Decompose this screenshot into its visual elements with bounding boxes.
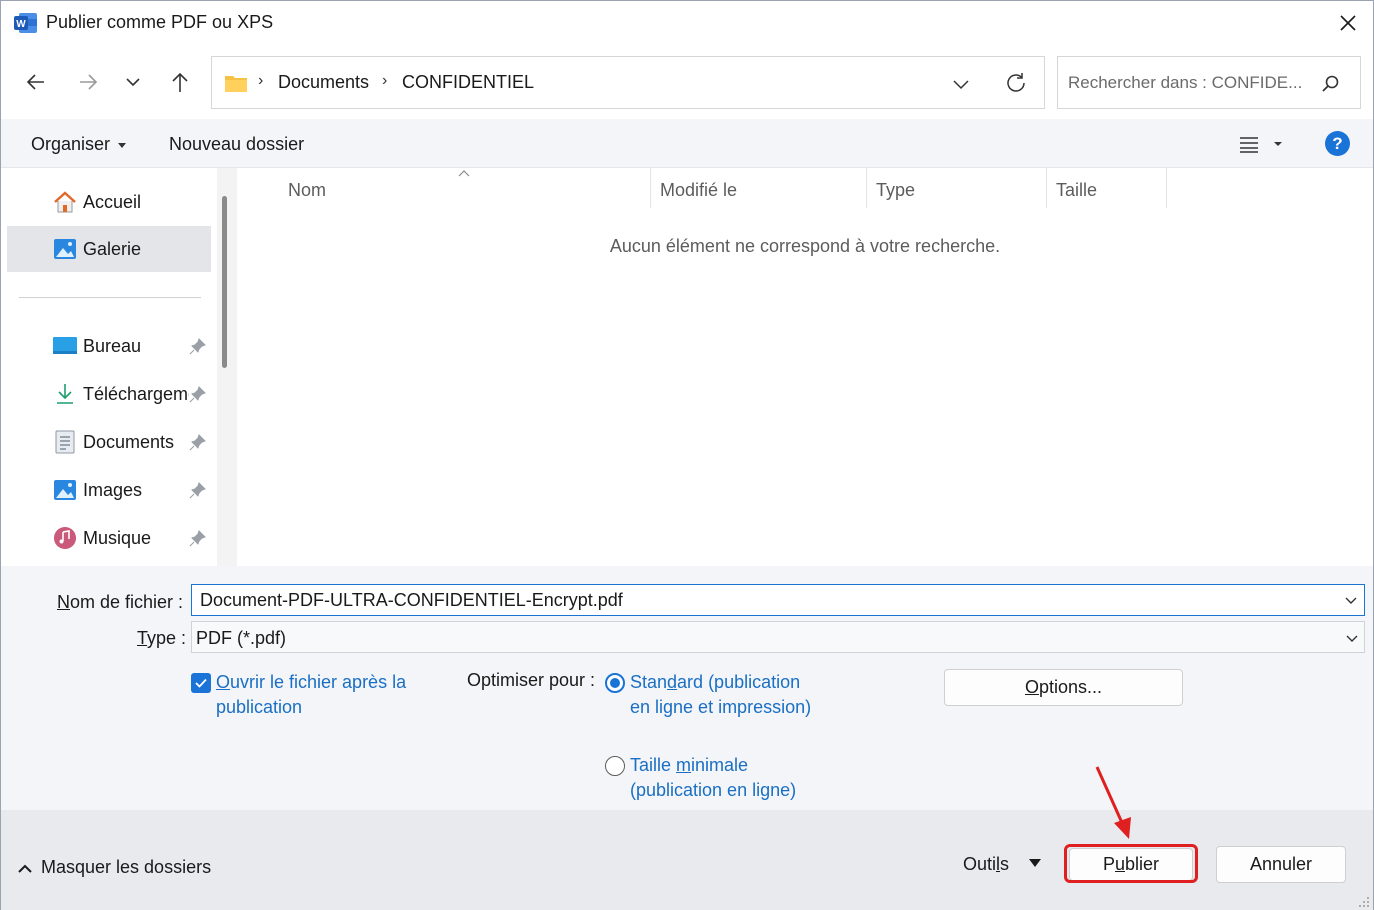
optimize-standard-label[interactable]: Standard (publication en ligne et impres… — [630, 670, 820, 720]
organize-label: Organiser — [31, 134, 111, 154]
publish-dialog: W Publier comme PDF ou XPS › Documents › — [0, 0, 1374, 910]
open-after-publish-checkbox[interactable] — [191, 673, 211, 693]
close-icon[interactable] — [1331, 7, 1365, 39]
sidebar-item-label: Musique — [83, 528, 152, 548]
hide-folders-button[interactable]: Masquer les dossiers — [17, 857, 211, 878]
chevron-up-icon — [18, 864, 32, 873]
sort-ascending-icon — [458, 170, 470, 177]
breadcrumb-documents[interactable]: Documents — [278, 72, 369, 93]
column-header-name[interactable]: Nom — [288, 180, 326, 201]
pin-icon[interactable] — [189, 337, 207, 355]
sidebar-item-documents[interactable]: Documents — [7, 419, 211, 465]
breadcrumb-separator: › — [258, 72, 264, 89]
help-icon[interactable]: ? — [1325, 131, 1350, 156]
optimize-standard-radio[interactable] — [605, 673, 625, 693]
resize-grip-icon[interactable] — [1357, 895, 1371, 909]
dialog-footer: Masquer les dossiers Outils Publier Annu… — [1, 810, 1373, 910]
checkmark-icon — [195, 678, 207, 688]
forward-arrow-icon[interactable] — [71, 65, 105, 99]
sidebar-item-bureau[interactable]: Bureau — [7, 323, 211, 369]
desktop-icon — [53, 337, 77, 354]
sidebar-item-telechargements[interactable]: Téléchargements — [7, 371, 211, 417]
publish-button[interactable]: Publier — [1069, 848, 1193, 881]
sidebar-item-label: Images — [83, 480, 143, 500]
caret-down-icon — [118, 142, 127, 148]
home-icon — [54, 191, 76, 213]
sidebar-divider — [19, 297, 201, 298]
sidebar-item-label: Galerie — [83, 239, 142, 259]
sidebar-scroll-thumb[interactable] — [222, 196, 227, 368]
pin-icon[interactable] — [189, 385, 207, 403]
file-list: Nom Modifié le Type Taille Aucun élément… — [237, 168, 1373, 566]
organize-menu-button[interactable]: Organiser — [31, 134, 127, 155]
sidebar-scrollbar[interactable] — [217, 168, 237, 566]
breadcrumb-separator: › — [382, 72, 388, 89]
open-after-publish-label[interactable]: Ouvrir le fichier après la publication — [216, 670, 436, 720]
save-options-panel: Nom de fichier : Type : PDF (*.pdf) Ouvr… — [1, 566, 1373, 810]
chevron-down-icon — [1346, 635, 1358, 642]
column-divider[interactable] — [866, 168, 867, 208]
sidebar-item-accueil[interactable]: Accueil — [7, 179, 211, 225]
cancel-button[interactable]: Annuler — [1216, 846, 1346, 883]
window-title: Publier comme PDF ou XPS — [46, 12, 274, 32]
sidebar-item-label: Bureau — [83, 336, 142, 356]
sidebar-item-images[interactable]: Images — [7, 467, 211, 513]
refresh-icon[interactable] — [1002, 69, 1030, 97]
pictures-icon — [54, 480, 76, 500]
gallery-icon — [54, 239, 76, 259]
sidebar-item-label: Documents — [83, 432, 175, 452]
view-options-icon[interactable] — [1239, 133, 1285, 155]
column-divider[interactable] — [650, 168, 651, 208]
pin-icon[interactable] — [189, 433, 207, 451]
word-app-icon: W — [14, 13, 37, 33]
documents-icon — [55, 430, 75, 454]
recent-locations-chevron-icon[interactable] — [116, 65, 150, 99]
options-button[interactable]: Options... — [944, 669, 1183, 706]
column-divider[interactable] — [1046, 168, 1047, 208]
file-type-value: PDF (*.pdf) — [196, 628, 287, 648]
search-box[interactable]: Rechercher dans : CONFIDE... — [1057, 56, 1361, 109]
navigation-pane: Accueil Galerie Bureau Téléchargements — [1, 168, 237, 566]
empty-list-message: Aucun élément ne correspond à votre rech… — [609, 236, 1001, 256]
filename-input[interactable] — [191, 584, 1365, 616]
new-folder-button[interactable]: Nouveau dossier — [169, 134, 304, 155]
up-arrow-icon[interactable] — [163, 65, 197, 99]
optimize-minimum-label[interactable]: Taille minimale (publication en ligne) — [630, 753, 820, 803]
pin-icon[interactable] — [189, 529, 207, 547]
back-arrow-icon[interactable] — [19, 65, 53, 99]
music-icon — [54, 527, 76, 549]
folder-icon — [225, 76, 247, 92]
download-icon — [57, 384, 73, 404]
type-label: Type : — [137, 628, 187, 648]
pin-icon[interactable] — [189, 481, 207, 499]
title-bar: W Publier comme PDF ou XPS — [1, 1, 1373, 45]
tools-menu-button[interactable]: Outils — [963, 854, 1009, 875]
search-input-placeholder[interactable]: Rechercher dans : CONFIDE... — [1068, 73, 1302, 93]
column-divider[interactable] — [1166, 168, 1167, 208]
search-icon[interactable] — [1320, 73, 1342, 95]
optimize-for-label: Optimiser pour : — [467, 670, 596, 690]
sidebar-item-label: Téléchargements — [83, 384, 189, 404]
tools-caret-icon[interactable] — [1029, 859, 1041, 867]
navigation-bar: › Documents › CONFIDENTIEL Rechercher da… — [1, 45, 1373, 119]
column-header-type[interactable]: Type — [876, 180, 915, 201]
file-type-select[interactable]: PDF (*.pdf) — [191, 621, 1365, 653]
column-header-size[interactable]: Taille — [1056, 180, 1097, 201]
sidebar-item-galerie[interactable]: Galerie — [7, 226, 211, 272]
app-icon-letter: W — [16, 19, 26, 30]
sidebar-item-label: Accueil — [83, 192, 142, 212]
column-header-modified[interactable]: Modifié le — [660, 180, 737, 201]
address-history-chevron-icon[interactable] — [948, 71, 974, 97]
address-bar[interactable]: › Documents › CONFIDENTIEL — [211, 56, 1045, 109]
sidebar-item-musique[interactable]: Musique — [7, 515, 211, 561]
hide-folders-label: Masquer les dossiers — [41, 857, 212, 877]
filename-label: Nom de fichier : — [57, 592, 184, 612]
optimize-minimum-radio[interactable] — [605, 756, 625, 776]
command-bar: Organiser Nouveau dossier ? — [1, 119, 1373, 168]
breadcrumb-confidentiel[interactable]: CONFIDENTIEL — [402, 72, 534, 93]
